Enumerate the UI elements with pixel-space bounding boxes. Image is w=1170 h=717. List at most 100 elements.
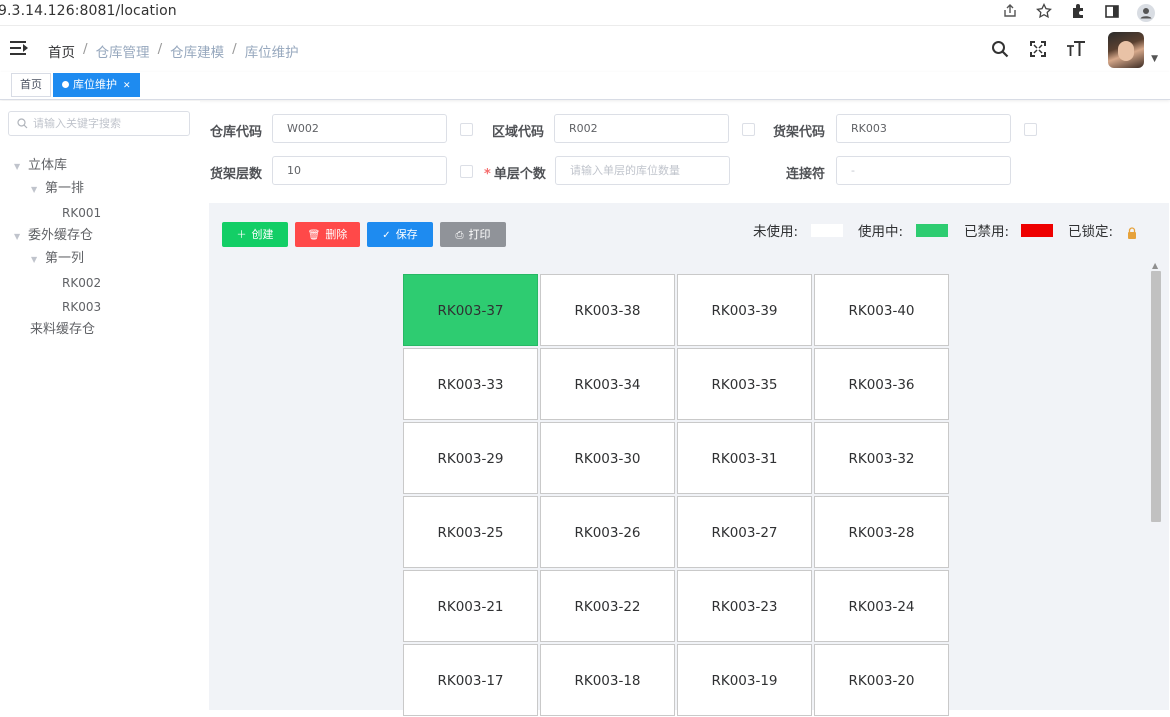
location-cell[interactable]: RK003-27 [677,496,812,568]
breadcrumb: 首页 / 仓库管理 / 仓库建模 / 库位维护 [48,41,299,61]
location-cell[interactable]: RK003-31 [677,422,812,494]
location-cell[interactable]: RK003-30 [540,422,675,494]
tree-node[interactable]: RK001 [62,203,101,223]
location-cell[interactable]: RK003-24 [814,570,949,642]
scroll-up-icon[interactable]: ▲ [1152,261,1158,270]
scrollbar[interactable]: ▲ [1149,261,1162,710]
user-avatar[interactable] [1108,32,1144,68]
caret-down-icon[interactable]: ▼ [31,180,45,200]
shelf-code-checkbox[interactable] [1024,123,1037,136]
active-dot-icon [62,81,69,88]
search-icon[interactable] [990,40,1010,60]
breadcrumb-home[interactable]: 首页 [48,41,75,61]
breadcrumb-warehouse-modeling: 仓库建模 [170,45,225,61]
browser-toolbar [1000,2,1156,23]
per-layer-count-label-text: 单层个数 [493,167,546,182]
save-button[interactable]: ✓ 保存 [367,222,433,247]
lock-icon [1128,227,1136,239]
tree-panel: 请输入关键字搜索 ▼ 立体库 ▼ 第一排 RK001 ▼ 委外缓存仓 ▼ 第一列 RK0… [0,101,200,710]
tree-node[interactable]: 来料缓存仓 [30,320,95,340]
plus-icon: ＋ [236,230,247,241]
tree-node[interactable]: RK002 [62,273,101,293]
tag-home[interactable]: 首页 [11,73,51,97]
font-size-icon[interactable] [1066,40,1086,60]
location-cell[interactable]: RK003-33 [403,348,538,420]
print-button[interactable]: ⎙ 打印 [440,222,506,247]
caret-down-icon[interactable]: ▼ [31,250,45,270]
tag-active-label: 库位维护 [73,78,117,91]
sidebar-icon[interactable] [1102,3,1122,23]
tags-view: 首页 库位维护 ✕ [0,72,1170,100]
location-cell[interactable]: RK003-37 [403,274,538,346]
location-cell[interactable]: RK003-34 [540,348,675,420]
tag-home-label: 首页 [20,78,42,91]
warehouse-code-checkbox[interactable] [460,123,473,136]
tree-node[interactable]: ▼ 立体库 [14,156,67,176]
legend-in-use-label: 使用中: [858,224,904,240]
caret-down-icon[interactable]: ▼ [14,157,28,177]
trash-icon: 🗑 [307,230,321,241]
search-icon [17,112,28,137]
tree-node[interactable]: RK003 [62,297,101,317]
tree-search-input[interactable]: 请输入关键字搜索 [8,111,190,136]
area-code-field[interactable]: R002 [554,114,729,143]
location-cell[interactable]: RK003-20 [814,644,949,716]
tag-location-maintenance[interactable]: 库位维护 ✕ [53,73,140,97]
tree-node[interactable]: ▼ 第一列 [31,249,84,269]
per-layer-count-label: * 单层个数 [484,163,546,182]
check-icon: ✓ [382,230,391,241]
extensions-icon[interactable] [1068,3,1088,23]
share-icon[interactable] [1000,3,1020,23]
location-cell[interactable]: RK003-22 [540,570,675,642]
location-cell[interactable]: RK003-21 [403,570,538,642]
menu-toggle-icon[interactable] [10,40,30,56]
per-layer-count-field[interactable]: 请输入单层的库位数量 [555,156,730,185]
location-cell[interactable]: RK003-23 [677,570,812,642]
location-cell[interactable]: RK003-26 [540,496,675,568]
address-bar[interactable]: 9.3.14.126:8081/location [0,3,177,19]
location-cell[interactable]: RK003-17 [403,644,538,716]
caret-down-icon[interactable]: ▼ [1151,54,1158,64]
tree-node-label: RK003 [62,300,102,314]
close-icon[interactable]: ✕ [123,81,131,91]
create-button[interactable]: ＋ 创建 [222,222,288,247]
area-code-checkbox[interactable] [742,123,755,136]
location-cell[interactable]: RK003-35 [677,348,812,420]
tree-node-label: 第一列 [45,251,85,266]
scrollbar-thumb[interactable] [1151,271,1161,522]
location-cell[interactable]: RK003-18 [540,644,675,716]
star-icon[interactable] [1034,2,1054,23]
location-cell[interactable]: RK003-38 [540,274,675,346]
warehouse-code-field[interactable]: W002 [272,114,447,143]
shelf-layers-field[interactable]: 10 [272,156,447,185]
location-cell[interactable]: RK003-36 [814,348,949,420]
profile-icon[interactable] [1136,3,1156,23]
tree-node[interactable]: ▼ 第一排 [31,179,84,199]
delete-button[interactable]: 🗑 删除 [295,222,360,247]
location-cell[interactable]: RK003-29 [403,422,538,494]
breadcrumb-separator: / [83,41,88,57]
shelf-layers-label: 货架层数 [210,167,263,182]
printer-icon: ⎙ [455,230,464,241]
connector-label: 连接符 [786,167,826,182]
location-cell[interactable]: RK003-28 [814,496,949,568]
legend-locked-label: 已锁定: [1068,224,1114,240]
location-cell[interactable]: RK003-32 [814,422,949,494]
breadcrumb-separator: / [157,41,163,57]
location-cell[interactable]: RK003-19 [677,644,812,716]
header-tools [990,40,1086,60]
shelf-code-field[interactable]: RK003 [836,114,1011,143]
tree-node-label: RK002 [62,276,102,290]
tree-node[interactable]: ▼ 委外缓存仓 [14,226,93,246]
caret-down-icon[interactable]: ▼ [14,227,28,247]
location-cell[interactable]: RK003-39 [677,274,812,346]
connector-field[interactable]: - [836,156,1011,185]
fullscreen-icon[interactable] [1028,40,1048,60]
shelf-layers-checkbox[interactable] [460,165,473,178]
legend-in-use-swatch [916,224,948,237]
location-cell[interactable]: RK003-40 [814,274,949,346]
browser-bar: 9.3.14.126:8081/location [0,0,1170,26]
legend-unused-label: 未使用: [753,224,799,240]
breadcrumb-current: 库位维护 [244,45,299,61]
location-cell[interactable]: RK003-25 [403,496,538,568]
